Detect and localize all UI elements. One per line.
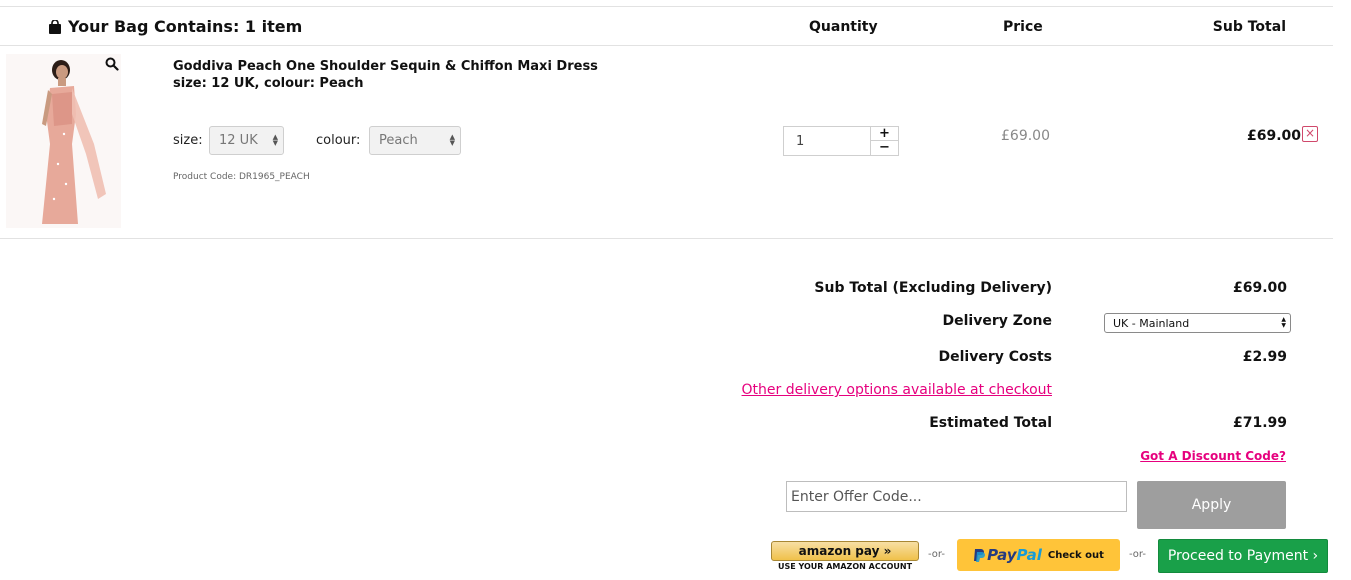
delivery-zone-value: UK - Mainland	[1113, 317, 1190, 330]
size-select[interactable]: 12 UK ▲ ▼	[209, 126, 284, 155]
other-delivery-options-link[interactable]: Other delivery options available at chec…	[742, 382, 1052, 398]
discount-code-link[interactable]: Got A Discount Code?	[1140, 449, 1286, 463]
subtotal-value: £69.00	[1232, 280, 1287, 296]
quantity-decrement-button[interactable]: −	[871, 141, 898, 155]
colour-label: colour:	[316, 133, 361, 148]
product-code: Product Code: DR1965_PEACH	[173, 172, 310, 182]
delivery-zone-label: Delivery Zone	[942, 313, 1052, 329]
shopping-bag-page: Your Bag Contains: 1 item Quantity Price…	[0, 0, 1351, 580]
delivery-costs-value: £2.99	[1242, 349, 1287, 365]
colour-select-value: Peach	[379, 133, 418, 148]
shopping-bag-icon	[48, 19, 62, 34]
offer-code-input[interactable]: Enter Offer Code...	[786, 481, 1127, 512]
paypal-p-icon	[974, 549, 986, 562]
amazon-pay-caption: USE YOUR AMAZON ACCOUNT	[777, 562, 913, 571]
paypal-logo: PayPal	[973, 546, 1042, 564]
remove-item-icon[interactable]: ×	[1302, 126, 1318, 142]
bag-title: Your Bag Contains: 1 item	[48, 17, 302, 36]
column-header-quantity: Quantity	[809, 19, 878, 35]
line-subtotal: £69.00	[1247, 128, 1302, 144]
column-header-price: Price	[1003, 19, 1043, 35]
product-meta: size: 12 UK, colour: Peach	[173, 76, 364, 91]
delivery-costs-label: Delivery Costs	[938, 349, 1053, 365]
product-name[interactable]: Goddiva Peach One Shoulder Sequin & Chif…	[173, 57, 598, 76]
select-arrows-icon: ▲ ▼	[272, 133, 278, 147]
estimated-total-label: Estimated Total	[929, 415, 1052, 431]
bag-item-row: Goddiva Peach One Shoulder Sequin & Chif…	[0, 46, 1333, 239]
bag-header: Your Bag Contains: 1 item Quantity Price…	[0, 6, 1333, 46]
size-select-value: 12 UK	[219, 133, 258, 148]
subtotal-label: Sub Total (Excluding Delivery)	[814, 280, 1052, 296]
paypal-pay-text: Pay	[987, 546, 1017, 564]
apply-offer-button[interactable]: Apply	[1137, 481, 1286, 529]
or-separator: -or-	[1129, 549, 1146, 560]
or-separator: -or-	[928, 549, 945, 560]
proceed-to-payment-button[interactable]: Proceed to Payment ›	[1158, 539, 1328, 573]
amazon-pay-button[interactable]: amazon pay »	[771, 541, 919, 561]
product-image[interactable]	[6, 54, 121, 228]
quantity-input[interactable]: 1	[783, 126, 871, 156]
zoom-search-icon[interactable]	[105, 56, 119, 75]
quantity-stepper[interactable]: + −	[870, 126, 899, 156]
paypal-checkout-button[interactable]: PayPal Check out	[957, 539, 1120, 571]
quantity-increment-button[interactable]: +	[871, 127, 898, 141]
size-label: size:	[173, 133, 203, 148]
select-arrows-icon: ▲ ▼	[1281, 316, 1286, 329]
estimated-total-value: £71.99	[1232, 415, 1287, 431]
delivery-zone-select[interactable]: UK - Mainland ▲ ▼	[1104, 313, 1291, 333]
paypal-pal-text: Pal	[1016, 546, 1042, 564]
select-arrows-icon: ▲ ▼	[449, 133, 455, 147]
colour-select[interactable]: Peach ▲ ▼	[369, 126, 461, 155]
unit-price: £69.00	[1001, 128, 1050, 144]
column-header-subtotal: Sub Total	[1212, 19, 1286, 35]
bag-title-text: Your Bag Contains: 1 item	[68, 17, 303, 36]
paypal-cta-text: Check out	[1047, 549, 1104, 561]
